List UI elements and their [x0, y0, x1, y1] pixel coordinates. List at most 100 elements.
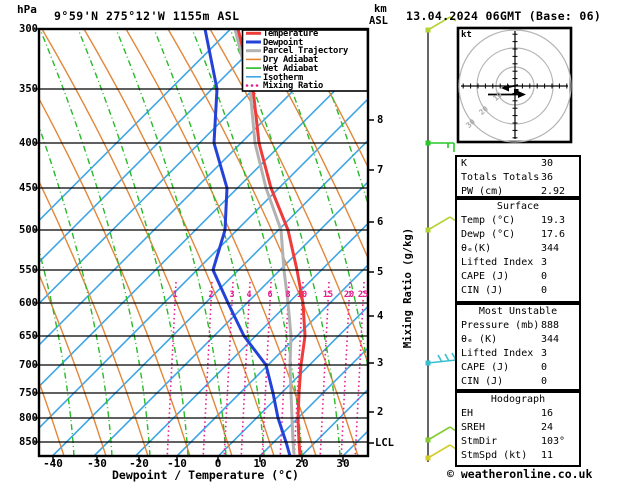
row-label: CIN (J)	[461, 376, 504, 387]
row-value: 16	[541, 408, 554, 419]
row-label: Pressure (mb)	[461, 320, 540, 331]
pressure-tick-label: 400	[19, 137, 38, 149]
pressure-tick-label: 550	[19, 264, 38, 276]
table-row: PW (cm) 2.92	[457, 185, 579, 199]
pressure-tick-label: 750	[19, 387, 38, 399]
wind-barb	[425, 140, 455, 152]
row-value: 3	[541, 348, 548, 359]
pressure-tick-label: 300	[19, 23, 38, 35]
temp-tick-label: -10	[167, 457, 187, 470]
row-value: 103°	[541, 436, 566, 447]
indices-table: K 30 Totals Totals 36 PW (cm) 2.92	[455, 155, 581, 198]
legend-label: Dry Adiabat	[263, 55, 318, 66]
wet-adiabats	[39, 29, 368, 456]
row-value: 19.3	[541, 215, 566, 226]
wind-barb	[425, 216, 457, 233]
skewt-chart-page: hPa 9°59'N 275°12'W 1155m ASL km ASL 13.…	[0, 0, 629, 486]
temp-tick-label: -40	[43, 457, 63, 470]
km-tick-label: 4	[377, 310, 384, 322]
row-label: CIN (J)	[461, 285, 504, 296]
table-row: Totals Totals 36	[457, 171, 579, 185]
legend-label: Temperature	[263, 29, 318, 39]
row-label: CAPE (J)	[461, 362, 510, 373]
pressure-tick-label: 850	[19, 436, 38, 448]
row-value: 24	[541, 422, 554, 433]
row-label: Totals Totals	[461, 172, 540, 183]
row-value: 0	[541, 376, 548, 387]
hodograph-unit-label: kt	[461, 30, 472, 40]
most-unstable-table: Most Unstable Pressure (mb) 888 θₑ (K) 344…	[455, 303, 581, 391]
lcl-label: LCL	[375, 437, 394, 449]
pressure-axis-unit: hPa	[17, 3, 37, 16]
table-row: SREH 24	[457, 421, 579, 435]
pressure-tick-label: 500	[19, 224, 38, 236]
row-value: 3	[541, 257, 548, 268]
pressure-tick-label: 450	[19, 182, 38, 194]
wind-barb	[425, 444, 457, 461]
pressure-tick-label: 350	[19, 83, 38, 95]
table-row: EH 16	[457, 407, 579, 421]
table-row: Lifted Index 3	[457, 256, 579, 270]
temp-tick-label: 0	[214, 457, 222, 470]
temp-tick-label: 10	[253, 457, 267, 470]
table-row: Lifted Index 3	[457, 347, 579, 361]
km-tick-label: 6	[377, 216, 384, 228]
row-label: Dewp (°C)	[461, 229, 516, 240]
row-value: 0	[541, 362, 548, 373]
row-value: 17.6	[541, 229, 566, 240]
row-label: K	[461, 158, 468, 169]
row-value: 344	[541, 334, 560, 345]
temp-tick-label: 20	[295, 457, 309, 470]
row-label: CAPE (J)	[461, 271, 510, 282]
table-row: CAPE (J) 0	[457, 270, 579, 284]
datetime-title: 13.04.2024 06GMT (Base: 06)	[406, 9, 602, 23]
km-tick-label: 8	[377, 114, 384, 126]
row-value: 888	[541, 320, 560, 331]
x-axis-label: Dewpoint / Temperature (°C)	[112, 468, 299, 482]
surface-table: Surface Temp (°C) 19.3 Dewp (°C) 17.6 θₑ(K…	[455, 198, 581, 303]
row-label: Lifted Index	[461, 348, 534, 359]
mixing-ratio-value-label: 6	[267, 290, 273, 300]
pressure-tick-label: 800	[19, 412, 38, 424]
row-label: θₑ(K)	[461, 243, 492, 254]
mixing-ratio-value-label: 1	[172, 290, 178, 300]
mixing-ratio-value-label: 2	[208, 290, 214, 300]
row-label: StmSpd (kt)	[461, 450, 528, 461]
km-tick-label: 3	[377, 357, 384, 369]
row-value: 36	[541, 172, 554, 183]
row-value: 0	[541, 285, 548, 296]
hodograph-table: Hodograph EH 16 SREH 24 StmDir 103° StmSpd …	[455, 391, 581, 467]
row-label: PW (cm)	[461, 186, 504, 197]
legend-label: Dewpoint	[263, 37, 303, 48]
legend-label: Mixing Ratio	[263, 81, 323, 92]
wind-barb-column	[425, 16, 457, 462]
mixing-ratio-axis-label: Mixing Ratio (g/kg)	[402, 227, 414, 349]
pressure-tick-label: 600	[19, 297, 38, 309]
pressure-tick-label: 700	[19, 359, 38, 371]
km-tick-label: 2	[377, 406, 384, 418]
table-row: StmDir 103°	[457, 435, 579, 449]
table-row: Temp (°C) 19.3	[457, 214, 579, 228]
table-header: Surface	[496, 201, 540, 212]
table-row: CIN (J) 0	[457, 375, 579, 389]
row-label: EH	[461, 408, 474, 419]
km-tick-label: 7	[377, 164, 384, 176]
table-row: K 30	[457, 157, 579, 171]
mixing-ratio-value-label: 15	[322, 290, 334, 300]
km-tick-label: 5	[377, 266, 384, 278]
altitude-axis-unit-asl: ASL	[369, 15, 388, 27]
table-row: CAPE (J) 0	[457, 361, 579, 375]
temp-tick-label: -30	[87, 457, 107, 470]
temp-tick-label: 30	[336, 457, 350, 470]
table-row: θₑ(K) 344	[457, 242, 579, 256]
row-value: 344	[541, 243, 560, 254]
row-label: θₑ (K)	[461, 334, 498, 345]
row-value: 11	[541, 450, 554, 461]
mixing-ratio-value-label: 25	[357, 290, 369, 300]
row-value: 0	[541, 271, 548, 282]
mixing-ratio-value-label: 4	[246, 290, 252, 300]
wind-barb	[425, 352, 457, 366]
table-row: CIN (J) 0	[457, 284, 579, 298]
altitude-axis-unit-km: km	[374, 3, 387, 15]
pressure-tick-label: 650	[19, 330, 38, 342]
